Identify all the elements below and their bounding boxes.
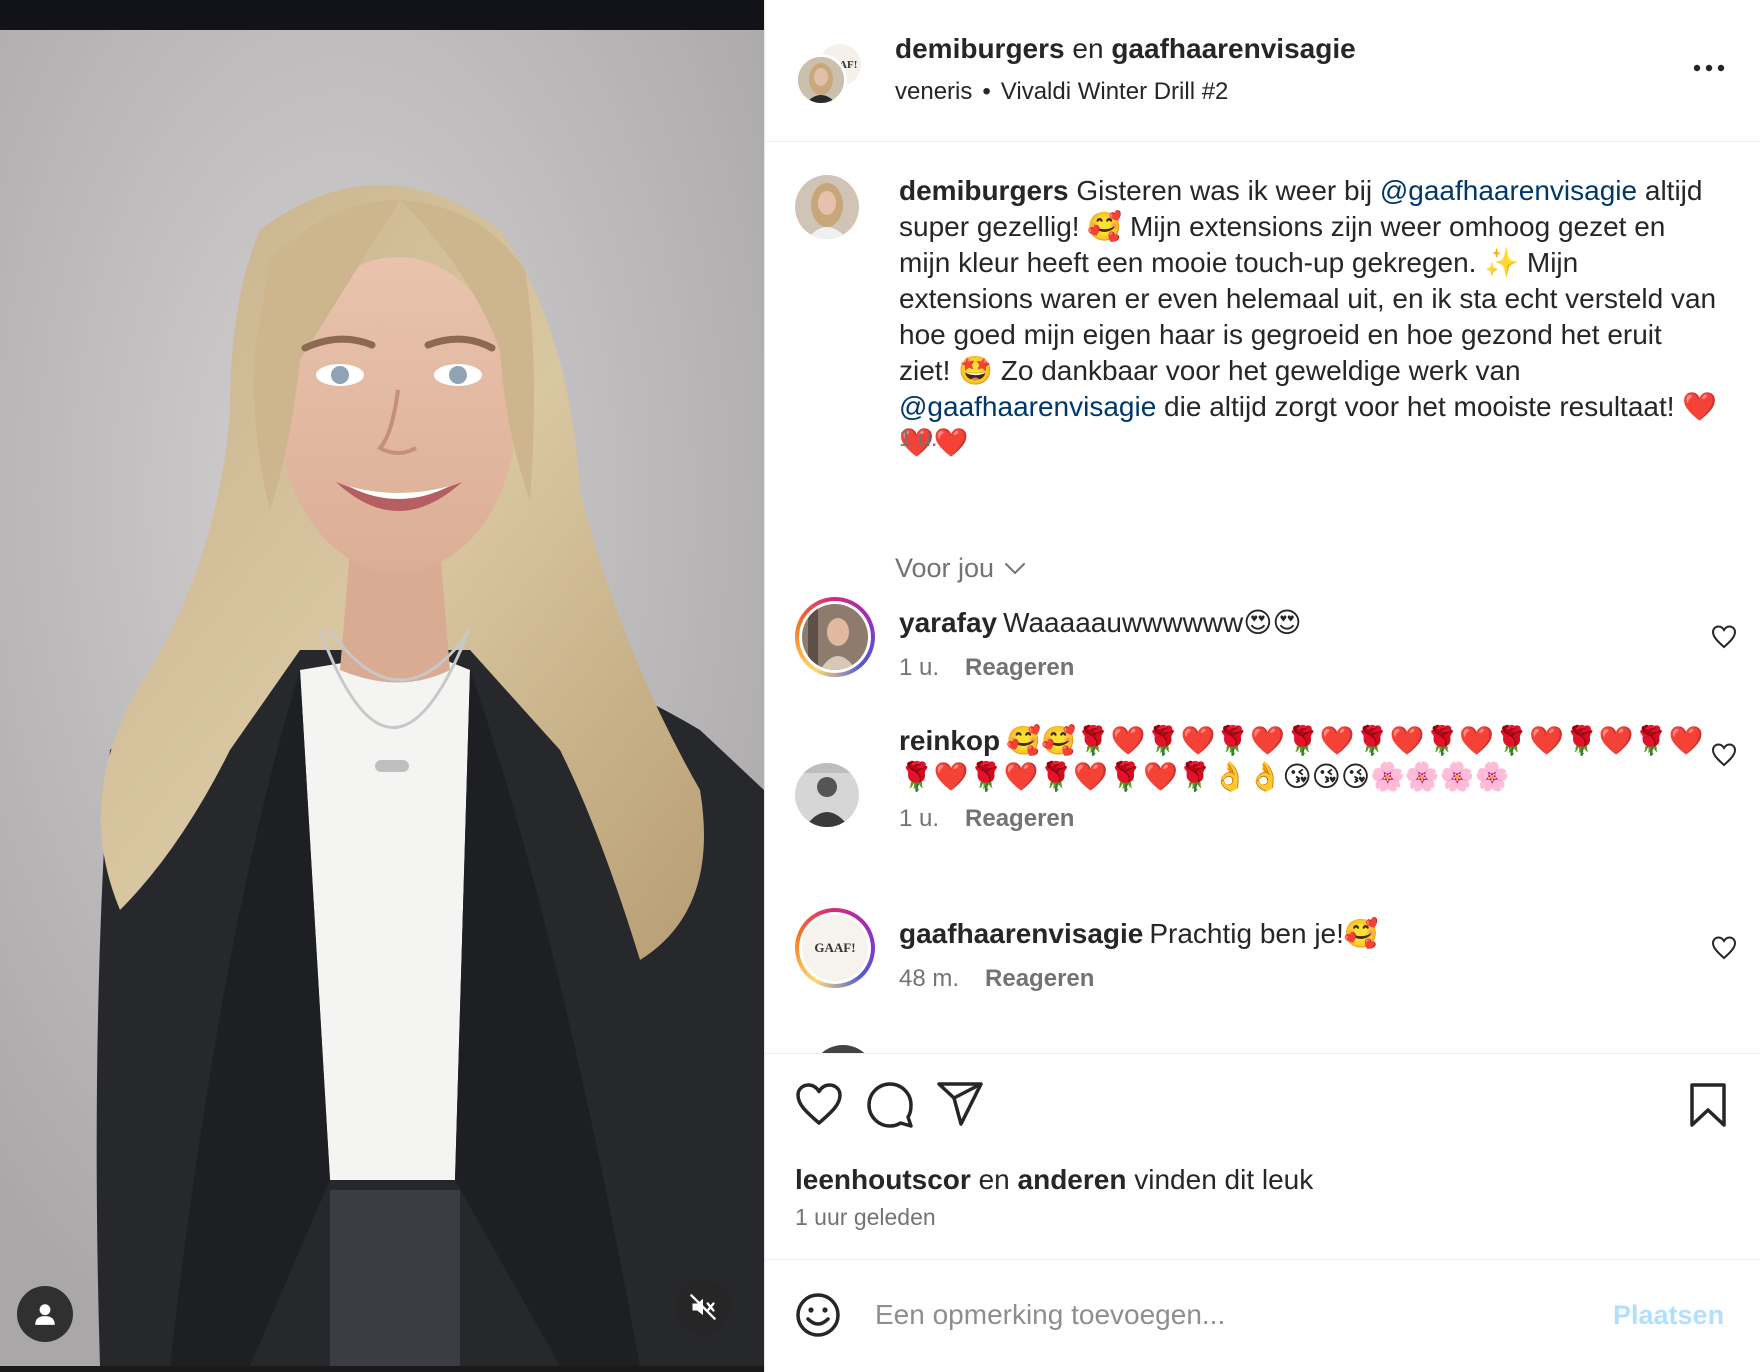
caption-username[interactable]: demiburgers <box>899 175 1069 206</box>
post-header: GAAF! demiburgers en gaafhaarenvisagie v… <box>765 0 1760 142</box>
chevron-down-icon <box>1005 562 1026 574</box>
audio-title[interactable]: Vivaldi Winter Drill #2 <box>1001 78 1229 105</box>
like-comment-heart-icon[interactable] <box>1711 743 1737 767</box>
comment-username[interactable]: gaafhaarenvisagie <box>899 918 1143 949</box>
bookmark-icon[interactable] <box>1689 1082 1727 1128</box>
mute-toggle-button[interactable] <box>675 1279 731 1335</box>
caption-text-1: Gisteren was ik weer bij <box>1076 175 1373 206</box>
author-username[interactable]: demiburgers <box>895 33 1065 64</box>
like-heart-icon[interactable] <box>795 1082 843 1126</box>
post-caption: demiburgers Gisteren was ik weer bij @ga… <box>899 173 1719 461</box>
add-comment-bar: Plaatsen <box>765 1259 1760 1372</box>
post-authors: demiburgers en gaafhaarenvisagie <box>895 33 1356 65</box>
reply-button[interactable]: Reageren <box>965 805 1074 833</box>
likes-suffix: vinden dit leuk <box>1134 1164 1314 1195</box>
share-send-icon[interactable] <box>937 1082 983 1126</box>
video-still <box>0 30 764 1366</box>
comment-text: Prachtig ben je!🥰 <box>1149 918 1379 949</box>
comment-username[interactable]: yarafay <box>899 607 997 638</box>
more-options-button[interactable] <box>1685 50 1733 86</box>
comment-time[interactable]: 1 u. <box>899 654 939 682</box>
speaker-muted-icon <box>690 1294 716 1320</box>
comment-text: 🥰🥰🌹❤️🌹❤️🌹❤️🌹❤️🌹❤️🌹❤️🌹❤️🌹❤️🌹❤️🌹❤️🌹❤️🌹❤️🌹❤… <box>899 725 1704 792</box>
comment-sort-dropdown[interactable]: Voor jou <box>895 553 1026 584</box>
comment-body: yarafay Waaaaauwwwwww😍😍 <box>899 605 1699 641</box>
more-horizontal-icon <box>1693 64 1725 72</box>
post-timestamp[interactable]: 1 uur geleden <box>795 1204 936 1231</box>
user-icon <box>35 1304 55 1325</box>
author-avatar-image <box>798 57 844 103</box>
post-comment-button[interactable]: Plaatsen <box>1613 1300 1724 1331</box>
audio-info: veneris • Vivaldi Winter Drill #2 <box>895 78 1228 106</box>
comment-time[interactable]: 48 m. <box>899 965 959 993</box>
comment-username[interactable]: reinkop <box>899 725 1000 756</box>
reinkop-avatar-image <box>795 763 859 827</box>
comment-time[interactable]: 1 u. <box>899 805 939 833</box>
post-media[interactable] <box>0 0 764 1372</box>
comment-input[interactable] <box>875 1288 1595 1342</box>
like-comment-heart-icon[interactable] <box>1711 625 1737 649</box>
liker-username[interactable]: leenhoutscor <box>795 1164 971 1195</box>
comment-avatar[interactable] <box>795 763 859 827</box>
likes-joiner: en <box>978 1164 1010 1195</box>
audio-artist[interactable]: veneris <box>895 78 972 105</box>
comment-meta: 1 u. Reageren <box>899 805 1074 833</box>
collab-avatars[interactable]: GAAF! <box>795 42 867 112</box>
tagged-users-button[interactable] <box>17 1286 73 1342</box>
reply-button[interactable]: Reageren <box>985 965 1094 993</box>
caption-avatar-image <box>795 175 859 239</box>
comment-avatar[interactable] <box>795 597 875 677</box>
media-top-bar <box>0 0 764 30</box>
like-comment-heart-icon[interactable] <box>1711 936 1737 960</box>
post-details-panel: GAAF! demiburgers en gaafhaarenvisagie v… <box>764 0 1760 1372</box>
comment-sort-label: Voor jou <box>895 553 995 583</box>
author-avatar[interactable] <box>795 54 847 106</box>
audio-separator: • <box>982 78 991 105</box>
authors-joiner: en <box>1072 33 1104 64</box>
media-bottom-bar <box>0 1366 764 1372</box>
video-frame[interactable] <box>0 30 764 1366</box>
comments-scroll-area[interactable]: demiburgers Gisteren was ik weer bij @ga… <box>765 143 1760 1053</box>
yarafay-avatar-image <box>802 604 868 670</box>
likes-others-link[interactable]: anderen <box>1018 1164 1127 1195</box>
caption-mention-2[interactable]: @gaafhaarenvisagie <box>899 391 1156 422</box>
reply-button[interactable]: Reageren <box>965 654 1074 682</box>
collaborator-username[interactable]: gaafhaarenvisagie <box>1111 33 1355 64</box>
comment-meta: 48 m. Reageren <box>899 965 1094 993</box>
likes-summary: leenhoutscor en anderen vinden dit leuk <box>795 1164 1313 1196</box>
caption-avatar[interactable] <box>795 175 859 239</box>
caption-text-2: altijd super gezellig! 🥰 Mijn extensions… <box>899 175 1717 386</box>
caption-timestamp[interactable]: 1 u. <box>899 425 937 452</box>
gaaf-logo: GAAF! <box>814 940 856 955</box>
comment-body: gaafhaarenvisagie Prachtig ben je!🥰 <box>899 916 1699 952</box>
comment-avatar[interactable]: GAAF! <box>795 908 875 988</box>
comment-body: reinkop 🥰🥰🌹❤️🌹❤️🌹❤️🌹❤️🌹❤️🌹❤️🌹❤️🌹❤️🌹❤️🌹❤️🌹… <box>899 723 1719 795</box>
comment-text: Waaaaauwwwwww😍😍 <box>1003 607 1302 638</box>
post-actions-footer: leenhoutscor en anderen vinden dit leuk … <box>765 1053 1760 1372</box>
comment-meta: 1 u. Reageren <box>899 654 1074 682</box>
comment-bubble-icon[interactable] <box>867 1082 913 1128</box>
emoji-smiley-icon[interactable] <box>795 1292 841 1338</box>
caption-mention-1[interactable]: @gaafhaarenvisagie <box>1380 175 1637 206</box>
next-comment-avatar[interactable] <box>811 1045 875 1053</box>
